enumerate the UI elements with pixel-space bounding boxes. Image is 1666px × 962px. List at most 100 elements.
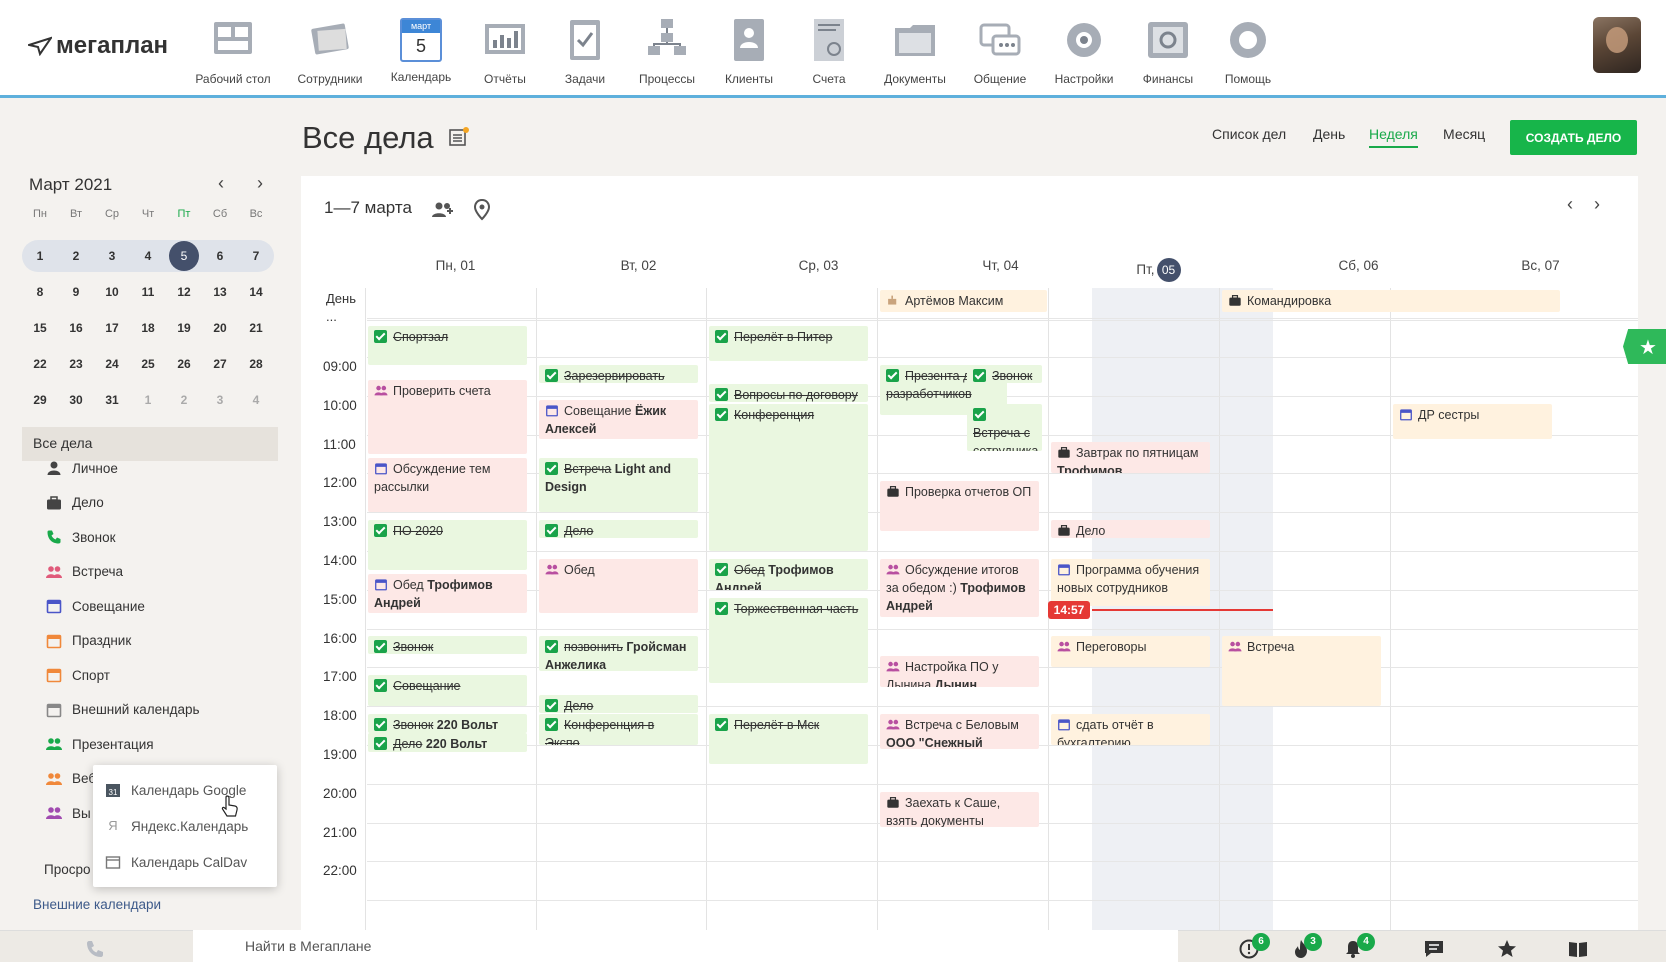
day-header[interactable]: Ср, 03: [728, 258, 909, 273]
sidebar-item-6[interactable]: Праздник: [46, 629, 131, 653]
participants-filter-icon[interactable]: [430, 198, 454, 222]
location-pin-icon[interactable]: [470, 198, 494, 222]
calendar-event[interactable]: Программа обучения новых сотрудников: [1051, 559, 1210, 606]
calendar-event[interactable]: Дело: [1051, 520, 1210, 538]
done-checkbox-icon[interactable]: [545, 640, 558, 653]
mini-day-cell[interactable]: 22: [22, 348, 58, 380]
mini-day-cell[interactable]: 13: [202, 276, 238, 308]
mini-day-cell[interactable]: 4: [130, 240, 166, 272]
sidebar-item-5[interactable]: Совещание: [46, 594, 145, 618]
nav-item-help[interactable]: Помощь: [1198, 10, 1298, 90]
sidebar-item-overdue[interactable]: Просро: [44, 862, 91, 877]
mini-day-cell[interactable]: 1: [130, 384, 166, 416]
calendar-event[interactable]: Совещание: [368, 675, 527, 706]
mini-day-cell[interactable]: 2: [58, 240, 94, 272]
day-header[interactable]: Пт, 05: [1068, 258, 1249, 282]
nav-item-employees[interactable]: Сотрудники: [280, 10, 380, 90]
calendar-event[interactable]: Настройка ПО у Дынина Дынин Товарищ: [880, 656, 1039, 687]
mini-day-cell[interactable]: 3: [94, 240, 130, 272]
mini-day-cell[interactable]: 28: [238, 348, 274, 380]
mini-day-cell[interactable]: 30: [58, 384, 94, 416]
mini-day-cell[interactable]: 8: [22, 276, 58, 308]
done-checkbox-icon[interactable]: [715, 388, 728, 401]
favorites-tab[interactable]: ★: [1623, 329, 1666, 364]
calendar-event[interactable]: Перелёт в Мск: [709, 714, 868, 764]
nav-item-desktop[interactable]: Рабочий стол: [183, 10, 283, 90]
mini-next-month-icon[interactable]: ›: [257, 173, 263, 194]
sidebar-item-7[interactable]: Спорт: [46, 663, 110, 687]
calendar-event[interactable]: Встреча Light and Design: [539, 458, 698, 512]
sidebar-item-8[interactable]: Внешний календарь: [46, 698, 200, 722]
calendar-event[interactable]: Звонок: [368, 636, 527, 654]
sidebar-item-2[interactable]: Дело: [46, 491, 104, 515]
global-search-input[interactable]: Найти в Мегаплане: [193, 930, 1178, 962]
done-checkbox-icon[interactable]: [973, 369, 986, 382]
app-logo[interactable]: мегаплан: [28, 32, 168, 60]
done-checkbox-icon[interactable]: [545, 718, 558, 731]
day-header[interactable]: Вт, 02: [548, 258, 729, 273]
mini-day-cell[interactable]: 16: [58, 312, 94, 344]
calendar-event[interactable]: Вопросы по договору: [709, 384, 868, 402]
done-checkbox-icon[interactable]: [374, 718, 387, 731]
calendar-event[interactable]: ПО 2020: [368, 520, 527, 570]
mini-day-cell[interactable]: 29: [22, 384, 58, 416]
sidebar-item-9[interactable]: Презентация: [46, 732, 154, 756]
calendar-event[interactable]: позвонить Гройсман Анжелика: [539, 636, 698, 671]
mini-day-cell[interactable]: 5: [166, 240, 202, 272]
calendar-event[interactable]: Звонок 220 Вольт: [368, 714, 527, 733]
week-prev-icon[interactable]: ‹: [1567, 194, 1573, 215]
mini-day-cell[interactable]: 6: [202, 240, 238, 272]
done-checkbox-icon[interactable]: [715, 563, 728, 576]
mini-day-cell[interactable]: 11: [130, 276, 166, 308]
calendar-event[interactable]: Встреча с сотрудника: [967, 404, 1042, 451]
mini-prev-month-icon[interactable]: ‹: [218, 173, 224, 194]
sidebar-item-1[interactable]: Личное: [46, 456, 118, 480]
done-checkbox-icon[interactable]: [973, 408, 986, 421]
list-settings-icon[interactable]: [448, 126, 470, 148]
mini-day-cell[interactable]: 9: [58, 276, 94, 308]
done-checkbox-icon[interactable]: [374, 679, 387, 692]
day-header[interactable]: Чт, 04: [910, 258, 1091, 273]
day-header[interactable]: Вс, 07: [1450, 258, 1631, 273]
calendar-event[interactable]: Обед Трофимов Андрей: [709, 559, 868, 590]
calendar-event[interactable]: Зарезервировать: [539, 365, 698, 383]
all-day-event[interactable]: Командировка: [1222, 290, 1560, 312]
calendar-event[interactable]: Встреча с Беловым ООО "Снежный: [880, 714, 1039, 749]
mini-day-cell[interactable]: 31: [94, 384, 130, 416]
calendar-event[interactable]: Проверка отчетов ОП: [880, 481, 1039, 531]
done-checkbox-icon[interactable]: [545, 524, 558, 537]
done-checkbox-icon[interactable]: [545, 462, 558, 475]
calendar-event[interactable]: Торжественная часть: [709, 598, 868, 683]
calendar-event[interactable]: Заехать к Саше, взять документы: [880, 792, 1039, 827]
mini-day-cell[interactable]: 20: [202, 312, 238, 344]
calendar-event[interactable]: Обсуждение тем рассылки: [368, 458, 527, 512]
done-checkbox-icon[interactable]: [886, 369, 899, 382]
view-month-link[interactable]: Месяц: [1443, 126, 1485, 142]
calendar-event[interactable]: Спортзал: [368, 326, 527, 365]
mini-day-cell[interactable]: 19: [166, 312, 202, 344]
done-checkbox-icon[interactable]: [374, 737, 387, 750]
mini-day-cell[interactable]: 15: [22, 312, 58, 344]
done-checkbox-icon[interactable]: [374, 640, 387, 653]
done-checkbox-icon[interactable]: [715, 330, 728, 343]
done-checkbox-icon[interactable]: [715, 408, 728, 421]
mini-day-cell[interactable]: 1: [22, 240, 58, 272]
mini-day-cell[interactable]: 26: [166, 348, 202, 380]
mini-day-cell[interactable]: 2: [166, 384, 202, 416]
user-avatar[interactable]: [1593, 17, 1641, 73]
book-icon[interactable]: [1567, 938, 1589, 960]
calendar-event[interactable]: Звонок: [967, 365, 1042, 383]
view-week-link[interactable]: Неделя: [1369, 126, 1418, 148]
calendar-event[interactable]: Обсуждение итогов за обедом :) Трофимов …: [880, 559, 1039, 617]
calendar-event[interactable]: сдать отчёт в бухгалтерию: [1051, 714, 1210, 745]
calendar-event[interactable]: Конференция в Экспо: [539, 714, 698, 745]
calendar-event[interactable]: Проверить счета: [368, 380, 527, 454]
calendar-event[interactable]: Встреча: [1222, 636, 1381, 706]
mini-day-cell[interactable]: 18: [130, 312, 166, 344]
calendar-event[interactable]: Совещание Ёжик Алексей: [539, 400, 698, 439]
chat-icon[interactable]: [1423, 938, 1445, 960]
calendar-event[interactable]: ДР сестры: [1393, 404, 1552, 439]
view-list-link[interactable]: Список дел: [1212, 126, 1286, 142]
mini-day-cell[interactable]: 21: [238, 312, 274, 344]
mini-day-cell[interactable]: 24: [94, 348, 130, 380]
